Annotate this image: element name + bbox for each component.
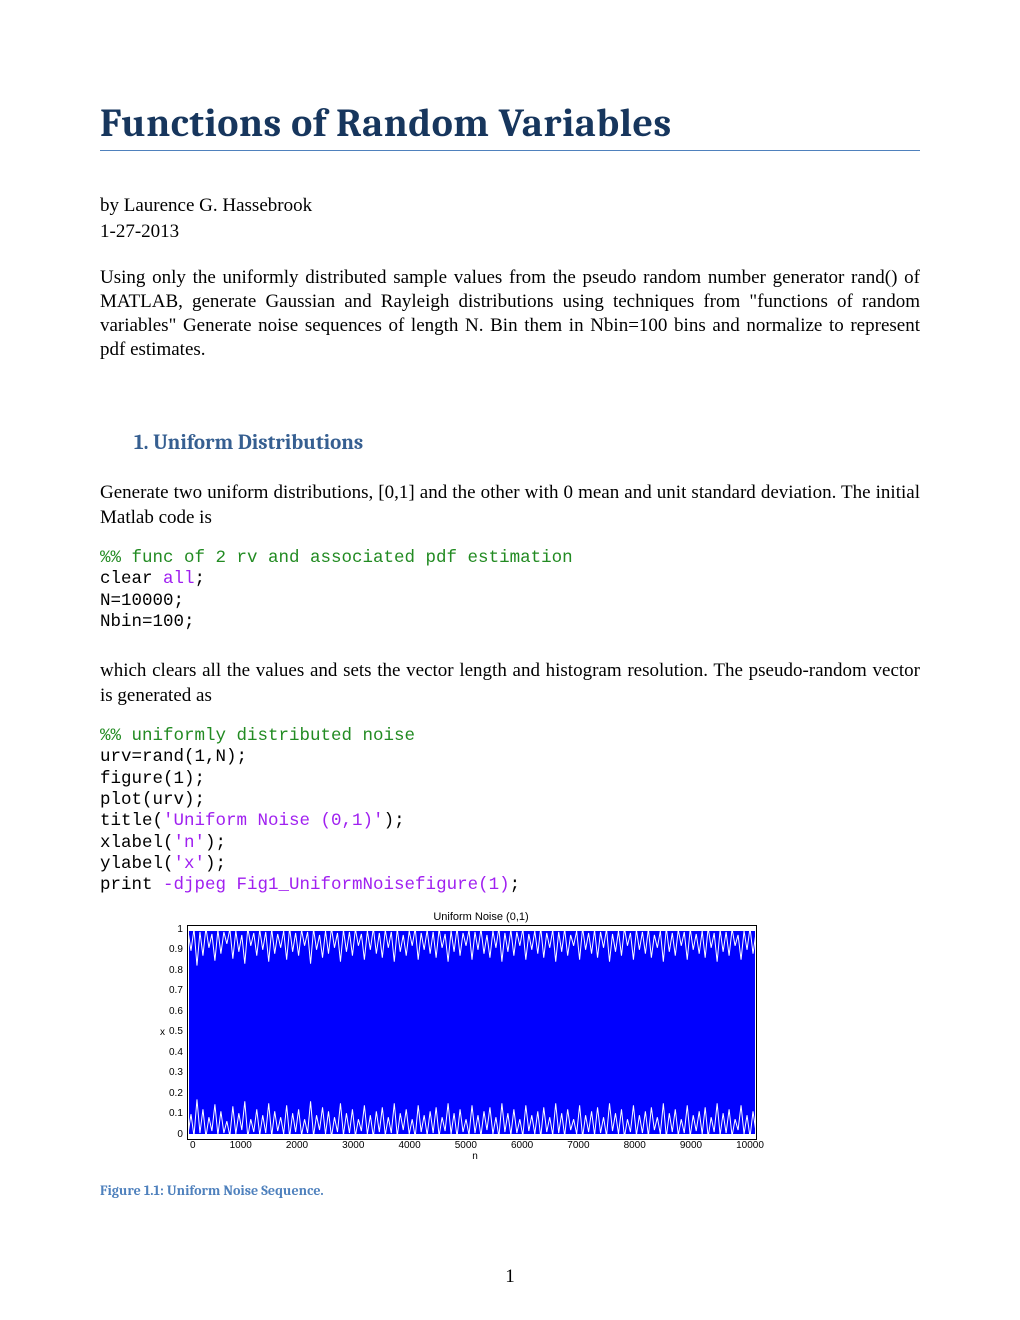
code-line: N=10000; — [100, 591, 184, 611]
code-keyword: all — [163, 569, 195, 589]
code-block-1: %% func of 2 rv and associated pdf estim… — [100, 548, 920, 633]
xtick: 4000 — [398, 1140, 420, 1151]
ytick: 0 — [169, 1130, 183, 1140]
chart-xlabel: n — [190, 1151, 760, 1162]
ytick: 0.1 — [169, 1109, 183, 1119]
ytick: 0.7 — [169, 986, 183, 996]
plot-area — [187, 925, 757, 1140]
ytick: 0.5 — [169, 1027, 183, 1037]
date-line: 1-27-2013 — [100, 219, 920, 245]
author-block: by Laurence G. Hassebrook 1-27-2013 — [100, 193, 920, 244]
code-string: 'x' — [174, 854, 206, 874]
chart-yticks: 1 0.9 0.8 0.7 0.6 0.5 0.4 0.3 0.2 0.1 0 — [169, 925, 187, 1140]
document-page: Functions of Random Variables by Laurenc… — [0, 0, 1020, 1320]
figure-caption: Figure 1.1: Uniform Noise Sequence. — [100, 1182, 920, 1199]
xtick: 1000 — [230, 1140, 252, 1151]
noise-edges-svg — [188, 926, 756, 1139]
xtick: 0 — [190, 1140, 196, 1151]
ytick: 0.4 — [169, 1048, 183, 1058]
code-line: title( — [100, 811, 163, 831]
code-line: ); — [205, 833, 226, 853]
xtick: 6000 — [511, 1140, 533, 1151]
code-line: urv=rand(1,N); — [100, 747, 247, 767]
code-string: -djpeg — [163, 875, 237, 895]
code-line: ylabel( — [100, 854, 174, 874]
code-line: clear — [100, 569, 163, 589]
code-string: Fig1_UniformNoisefigure(1) — [237, 875, 510, 895]
ytick: 0.2 — [169, 1089, 183, 1099]
code-line: ; — [195, 569, 206, 589]
code-line: ); — [384, 811, 405, 831]
section-1-heading: 1. Uniform Distributions — [134, 431, 920, 455]
section-1-p1: Generate two uniform distributions, [0,1… — [100, 481, 920, 530]
author-line: by Laurence G. Hassebrook — [100, 193, 920, 219]
code-block-2: %% uniformly distributed noise urv=rand(… — [100, 726, 920, 897]
chart-xticks: 0 1000 2000 3000 4000 5000 6000 7000 800… — [190, 1140, 764, 1151]
code-line: plot(urv); — [100, 790, 205, 810]
chart-ylabel: x — [160, 925, 169, 1140]
ytick: 0.3 — [169, 1068, 183, 1078]
code-line: ); — [205, 854, 226, 874]
section-1-p2: which clears all the values and sets the… — [100, 659, 920, 708]
code-string: 'Uniform Noise (0,1)' — [163, 811, 384, 831]
xtick: 9000 — [680, 1140, 702, 1151]
figure-1: Uniform Noise (0,1) x 1 0.9 0.8 0.7 0.6 … — [160, 911, 920, 1162]
page-number: 1 — [0, 1266, 1020, 1288]
code-line: ; — [510, 875, 521, 895]
ytick: 0.9 — [169, 945, 183, 955]
code-string: 'n' — [174, 833, 206, 853]
xtick: 2000 — [286, 1140, 308, 1151]
code-line: figure(1); — [100, 769, 205, 789]
code-line: print — [100, 875, 163, 895]
xtick: 8000 — [624, 1140, 646, 1151]
xtick: 10000 — [736, 1140, 764, 1151]
ytick: 0.8 — [169, 966, 183, 976]
xtick: 5000 — [455, 1140, 477, 1151]
code-line: xlabel( — [100, 833, 174, 853]
code-comment: %% uniformly distributed noise — [100, 726, 415, 746]
ytick: 0.6 — [169, 1007, 183, 1017]
ytick: 1 — [169, 925, 183, 935]
intro-paragraph: Using only the uniformly distributed sam… — [100, 266, 920, 361]
chart-title: Uniform Noise (0,1) — [160, 911, 802, 923]
page-title: Functions of Random Variables — [100, 100, 920, 151]
code-line: Nbin=100; — [100, 612, 195, 632]
uniform-noise-chart: Uniform Noise (0,1) x 1 0.9 0.8 0.7 0.6 … — [160, 911, 802, 1162]
xtick: 3000 — [342, 1140, 364, 1151]
code-comment: %% func of 2 rv and associated pdf estim… — [100, 548, 573, 568]
xtick: 7000 — [567, 1140, 589, 1151]
